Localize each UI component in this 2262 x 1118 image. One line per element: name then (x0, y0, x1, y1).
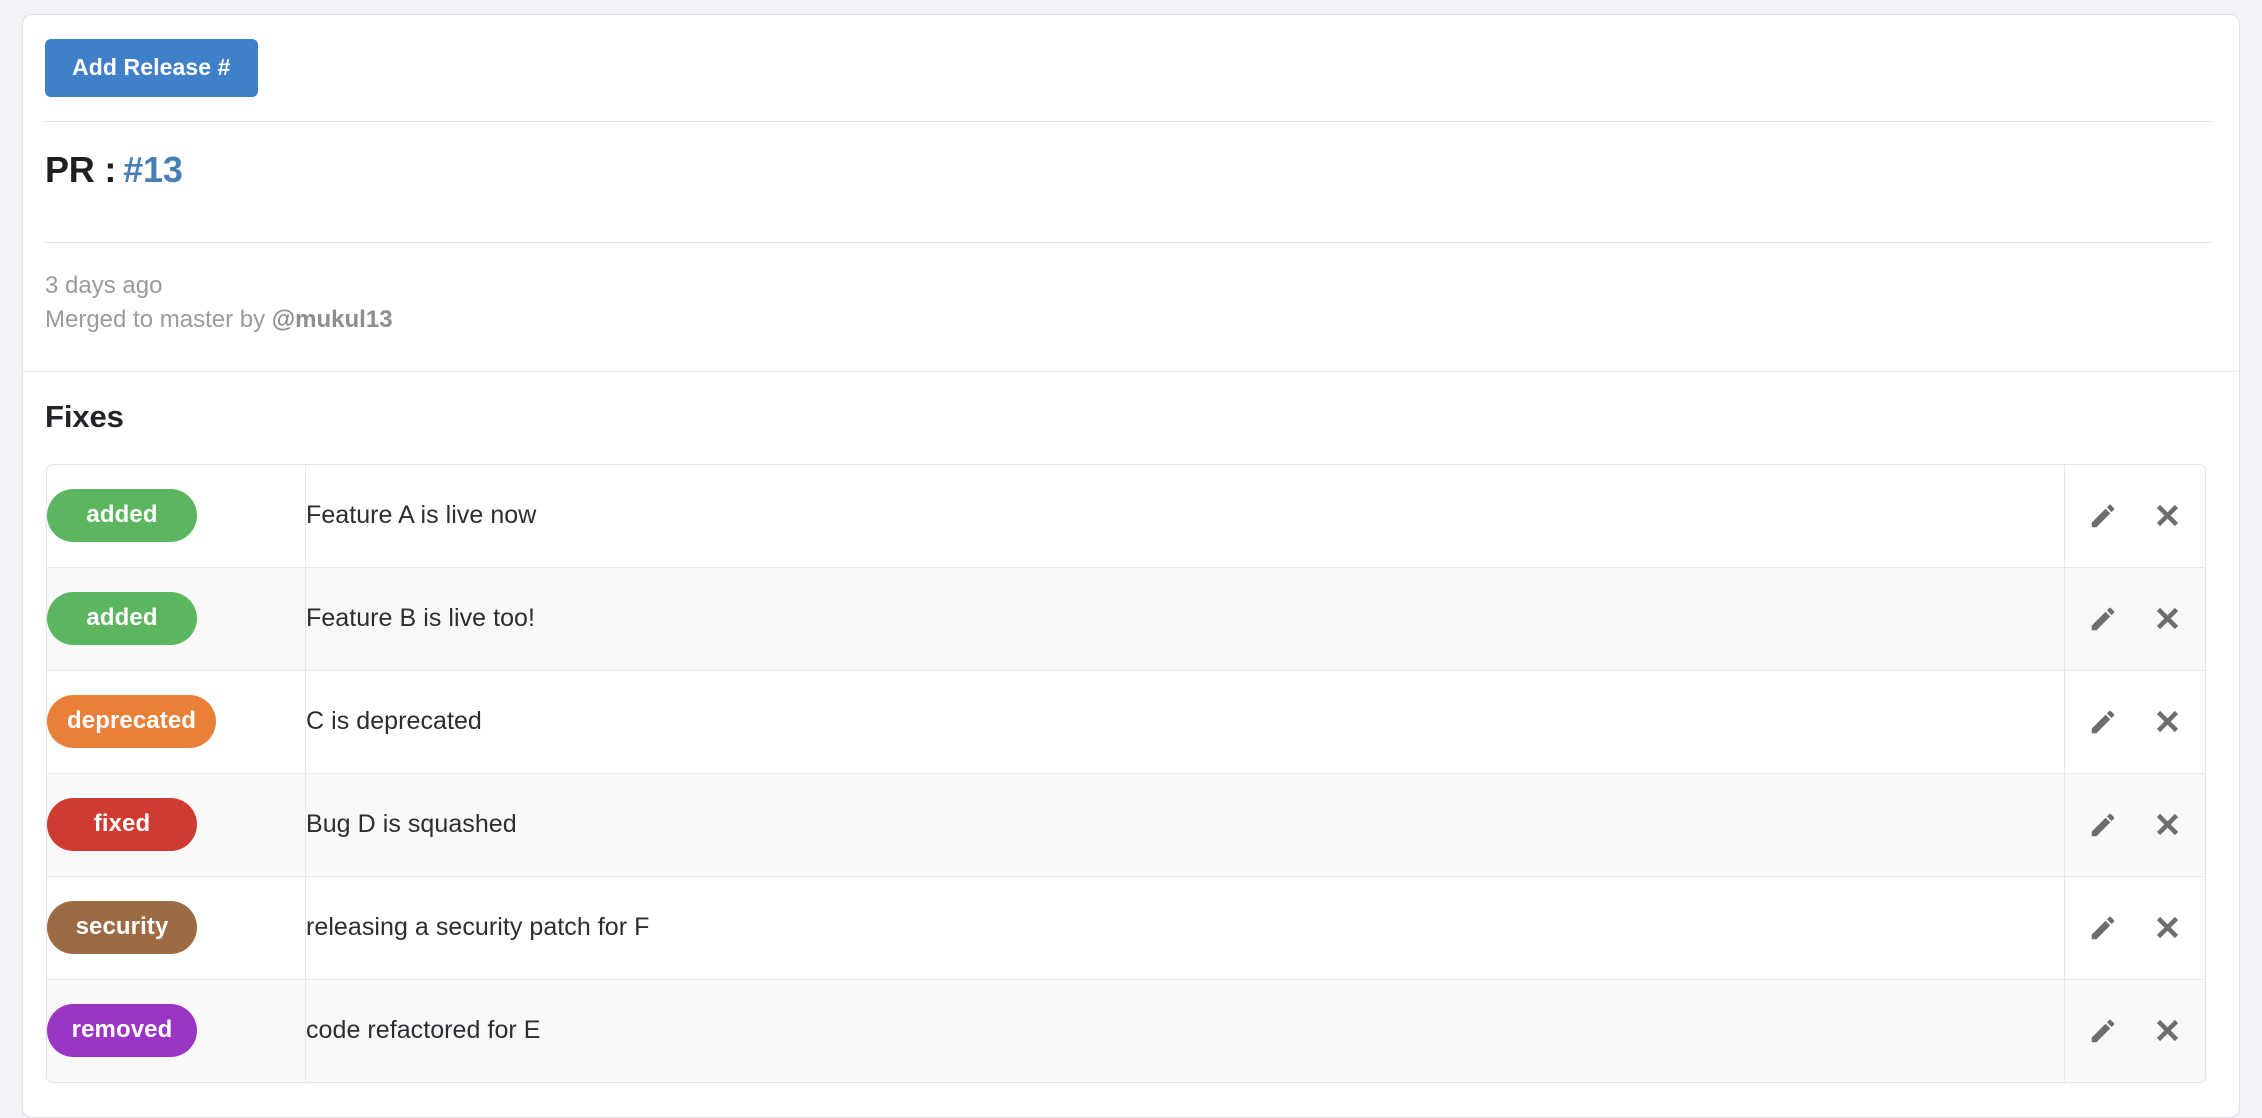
table-row: added Feature B is live too! (47, 567, 2205, 671)
status-badge: fixed (47, 798, 197, 852)
close-x-icon (2154, 605, 2181, 632)
pencil-icon (2088, 501, 2118, 531)
edit-row-button[interactable] (2086, 808, 2120, 842)
status-badge: deprecated (47, 695, 217, 749)
close-x-icon (2154, 1017, 2181, 1044)
delete-row-button[interactable] (2150, 499, 2184, 533)
fixes-table-body: added Feature A is live now added Feature B… (47, 464, 2205, 1082)
row-description: Bug D is squashed (306, 773, 2065, 877)
row-description: code refactored for E (306, 979, 2065, 1082)
row-actions (2065, 705, 2205, 739)
row-actions-cell (2065, 979, 2205, 1082)
table-row: removed code refactored for E (47, 979, 2205, 1082)
edit-row-button[interactable] (2086, 602, 2120, 636)
row-actions (2065, 1014, 2205, 1048)
row-actions (2065, 808, 2205, 842)
edit-row-button[interactable] (2086, 911, 2120, 945)
delete-row-button[interactable] (2150, 911, 2184, 945)
row-actions (2065, 911, 2205, 945)
status-badge: added (47, 489, 197, 543)
toolbar: Add Release # (23, 15, 2239, 97)
edit-row-button[interactable] (2086, 1014, 2120, 1048)
close-x-icon (2154, 502, 2181, 529)
row-actions-cell (2065, 876, 2205, 980)
fixes-table-wrapper: added Feature A is live now added Feature B… (46, 463, 2206, 1083)
status-badge: security (47, 901, 197, 955)
delete-row-button[interactable] (2150, 602, 2184, 636)
row-actions (2065, 499, 2205, 533)
pencil-icon (2088, 810, 2118, 840)
page-root: Add Release # PR : #13 3 days ago Merged … (0, 0, 2262, 1118)
pr-meta: 3 days ago Merged to master by @mukul13 (23, 243, 2239, 370)
close-x-icon (2154, 708, 2181, 735)
row-description: C is deprecated (306, 670, 2065, 774)
pencil-icon (2088, 913, 2118, 943)
pr-number-link[interactable]: #13 (123, 149, 183, 190)
pencil-icon (2088, 604, 2118, 634)
row-badge-cell: added (47, 464, 306, 568)
row-description: Feature A is live now (306, 464, 2065, 568)
row-actions-cell (2065, 773, 2205, 877)
table-row: fixed Bug D is squashed (47, 773, 2205, 877)
row-description: releasing a security patch for F (306, 876, 2065, 980)
status-badge: removed (47, 1004, 197, 1058)
row-badge-cell: added (47, 567, 306, 671)
pr-timestamp: 3 days ago (45, 272, 163, 300)
pencil-icon (2088, 1016, 2118, 1046)
section-title: Fixes (45, 398, 124, 434)
status-badge: added (47, 592, 197, 646)
fixes-table: added Feature A is live now added Feature B… (46, 463, 2206, 1083)
row-actions-cell (2065, 567, 2205, 671)
edit-row-button[interactable] (2086, 499, 2120, 533)
row-badge-cell: fixed (47, 773, 306, 877)
release-card: Add Release # PR : #13 3 days ago Merged … (22, 14, 2240, 1118)
delete-row-button[interactable] (2150, 705, 2184, 739)
table-row: security releasing a security patch for F (47, 876, 2205, 980)
merge-prefix-text: Merged to master by (45, 306, 272, 334)
row-actions-cell (2065, 670, 2205, 774)
row-badge-cell: removed (47, 979, 306, 1082)
delete-row-button[interactable] (2150, 1014, 2184, 1048)
row-actions-cell (2065, 464, 2205, 568)
edit-row-button[interactable] (2086, 705, 2120, 739)
row-actions (2065, 602, 2205, 636)
merge-author: @mukul13 (271, 306, 393, 334)
row-badge-cell: security (47, 876, 306, 980)
table-row: deprecated C is deprecated (47, 670, 2205, 774)
pr-merge-info: Merged to master by @mukul13 (45, 303, 2239, 337)
page-title: PR : #13 (23, 122, 2239, 218)
add-release-button[interactable]: Add Release # (45, 39, 258, 97)
pr-label: PR : (45, 149, 117, 190)
row-description: Feature B is live too! (306, 567, 2065, 671)
close-x-icon (2154, 811, 2181, 838)
row-badge-cell: deprecated (47, 670, 306, 774)
table-row: added Feature A is live now (47, 464, 2205, 568)
close-x-icon (2154, 914, 2181, 941)
pencil-icon (2088, 707, 2118, 737)
delete-row-button[interactable] (2150, 808, 2184, 842)
